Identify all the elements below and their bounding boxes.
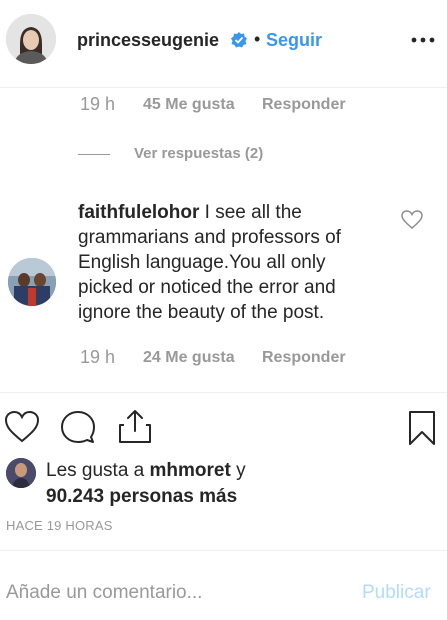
bookmark-icon[interactable] — [408, 410, 436, 451]
heart-icon[interactable] — [4, 410, 40, 449]
more-options-icon[interactable] — [409, 30, 437, 50]
verified-badge-icon — [231, 32, 247, 48]
liker-username[interactable]: mhmoret — [150, 460, 231, 481]
comment-heart-icon[interactable] — [401, 210, 423, 230]
section-divider — [0, 392, 447, 393]
post-header: princesseugenie • Seguir — [0, 0, 447, 88]
comment-avatar[interactable] — [8, 258, 56, 306]
comment-input[interactable] — [6, 580, 346, 606]
previous-reply-button[interactable]: Responder — [262, 96, 346, 114]
header-username[interactable]: princesseugenie — [77, 30, 219, 51]
view-replies-button[interactable]: Ver respuestas (2) — [134, 145, 263, 162]
previous-comment-likes[interactable]: 45 Me gusta — [143, 96, 235, 114]
liker-avatar[interactable] — [6, 458, 36, 488]
profile-avatar[interactable] — [6, 14, 56, 64]
replies-divider-line — [78, 154, 110, 155]
comment-likes[interactable]: 24 Me gusta — [143, 349, 235, 367]
previous-comment-time[interactable]: 19 h — [80, 94, 115, 115]
publish-button[interactable]: Publicar — [362, 582, 431, 604]
post-timestamp[interactable]: HACE 19 HORAS — [6, 518, 113, 533]
comment-body: faithfulelohor I see all the grammarians… — [78, 200, 378, 325]
likes-prefix: Les gusta a — [46, 460, 150, 481]
follow-button[interactable]: Seguir — [266, 30, 322, 51]
likes-connector: y — [230, 460, 246, 481]
likes-summary: Les gusta a mhmoret y 90.243 personas má… — [46, 458, 426, 510]
comment-reply-button[interactable]: Responder — [262, 349, 346, 367]
comment-username[interactable]: faithfulelohor — [78, 202, 199, 223]
comment-icon[interactable] — [60, 410, 96, 449]
comment-time[interactable]: 19 h — [80, 347, 115, 368]
comment-box-divider — [0, 550, 447, 551]
share-icon[interactable] — [117, 408, 153, 449]
separator-dot: • — [254, 29, 261, 49]
likes-count-button[interactable]: 90.243 personas más — [46, 486, 237, 507]
